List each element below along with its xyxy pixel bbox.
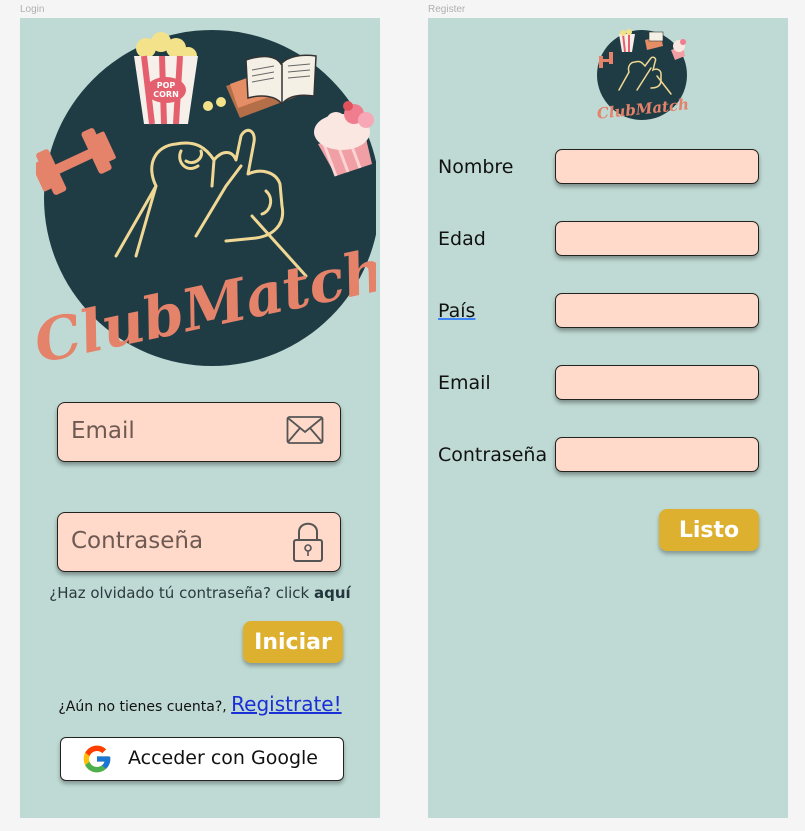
country-label: País xyxy=(438,300,476,322)
email-placeholder: Email xyxy=(71,418,135,444)
forgot-password-link[interactable]: aquí xyxy=(314,584,351,602)
login-frame-title: Login xyxy=(20,4,45,15)
register-screen: ClubMatch Nombre Edad País Email Contras… xyxy=(428,18,788,818)
google-button-label: Acceder con Google xyxy=(128,747,318,769)
login-screen: POP CORN ClubMatch Email Contraseña ¿Haz… xyxy=(20,18,380,818)
done-button[interactable]: Listo xyxy=(659,509,759,551)
country-input[interactable] xyxy=(555,293,759,328)
email-input[interactable]: Email xyxy=(57,402,341,462)
svg-text:POP: POP xyxy=(157,81,176,90)
clubmatch-logo-small: ClubMatch xyxy=(596,29,690,123)
name-label: Nombre xyxy=(438,156,514,178)
login-button[interactable]: Iniciar xyxy=(243,621,343,663)
name-input[interactable] xyxy=(555,149,759,184)
password-input[interactable]: Contraseña xyxy=(57,512,341,572)
age-label: Edad xyxy=(438,228,486,250)
password-placeholder: Contraseña xyxy=(71,528,204,554)
google-signin-button[interactable]: Acceder con Google xyxy=(60,737,344,781)
age-input[interactable] xyxy=(555,221,759,256)
lock-icon xyxy=(293,522,323,562)
password-input[interactable] xyxy=(555,437,759,472)
signup-link[interactable]: Registrate! xyxy=(231,692,341,716)
password-label: Contraseña xyxy=(438,444,548,466)
signup-prompt: ¿Aún no tienes cuenta?, Registrate! xyxy=(58,692,342,716)
mail-icon xyxy=(286,416,324,444)
clubmatch-logo: POP CORN ClubMatch xyxy=(36,30,376,366)
email-input[interactable] xyxy=(555,365,759,400)
email-label: Email xyxy=(438,372,491,394)
svg-text:CORN: CORN xyxy=(153,90,179,99)
google-logo-icon xyxy=(83,745,111,773)
register-frame-title: Register xyxy=(428,4,466,15)
forgot-password-text: ¿Haz olvidado tú contraseña? click aquí xyxy=(49,584,351,602)
